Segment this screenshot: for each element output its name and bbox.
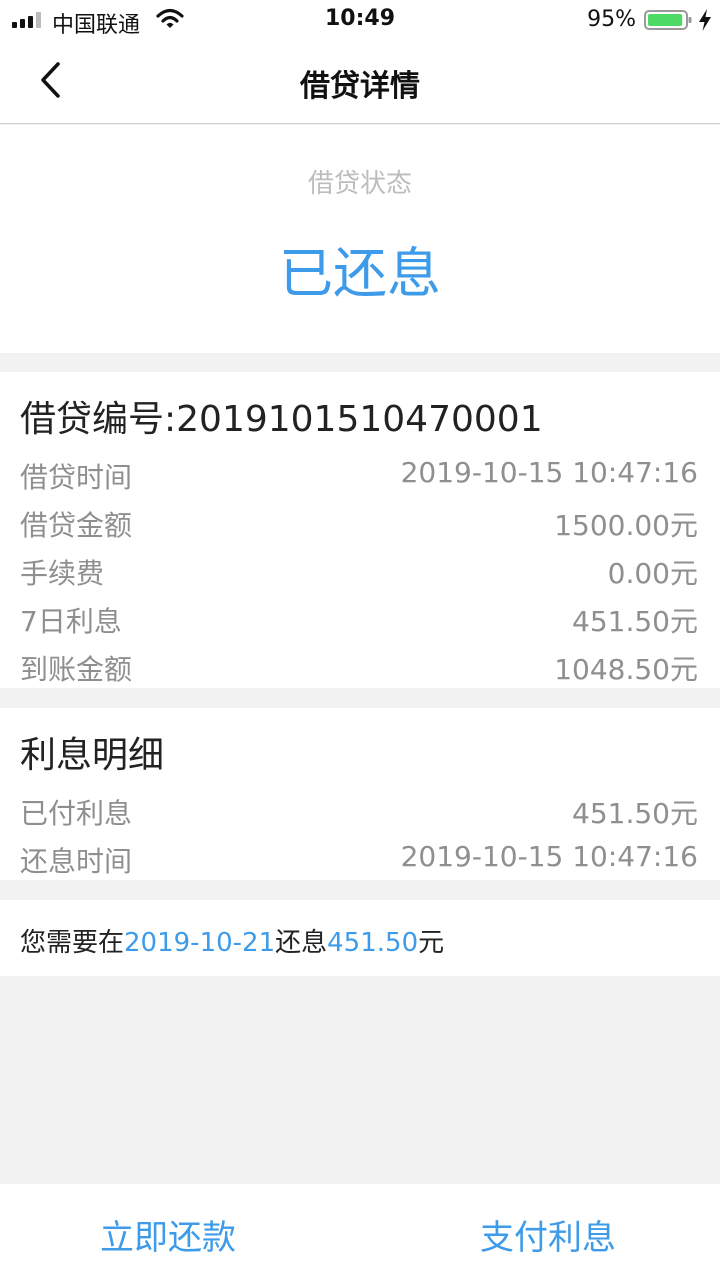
- nav-bar: 借贷详情: [0, 40, 720, 124]
- battery-percent: 95%: [587, 7, 636, 32]
- row-label: 手续费: [20, 557, 105, 590]
- repayment-notice: 您需要在2019-10-21还息451.50元: [0, 900, 720, 976]
- row-label: 还息时间: [20, 845, 133, 878]
- notice-prefix: 您需要在: [20, 928, 125, 958]
- battery-icon: [644, 10, 692, 30]
- notice-due-date: 2019-10-21: [124, 928, 276, 958]
- interest-details-title: 利息明细: [20, 735, 165, 776]
- notice-suffix: 元: [418, 928, 445, 958]
- loan-info-section: 借贷编号:2019101510470001 借贷时间 2019-10-15 10…: [0, 372, 720, 688]
- repay-now-button[interactable]: 立即还款: [100, 1210, 236, 1259]
- row-value: 2019-10-15 10:47:16: [400, 456, 698, 489]
- loan-row-time: 借贷时间 2019-10-15 10:47:16: [20, 456, 698, 496]
- loan-status-label: 借贷状态: [307, 169, 412, 199]
- notice-text: 您需要在2019-10-21还息451.50元: [20, 922, 444, 959]
- row-label: 借贷时间: [20, 461, 133, 494]
- loan-row-fee: 手续费 0.00元: [20, 552, 698, 592]
- loan-status-card: 借贷状态 已还息: [0, 125, 720, 353]
- row-value: 451.50元: [572, 797, 698, 830]
- notice-amount: 451.50: [327, 928, 419, 958]
- pay-interest-button[interactable]: 支付利息: [480, 1210, 616, 1259]
- bottom-action-bar: 立即还款 支付利息: [0, 1184, 720, 1280]
- loan-row-interest: 7日利息 451.50元: [20, 600, 698, 640]
- row-value: 1048.50元: [554, 653, 698, 686]
- row-value: 2019-10-15 10:47:16: [400, 840, 698, 873]
- row-label: 已付利息: [20, 797, 133, 830]
- status-bar: 中国联通 10:49 95%: [0, 0, 720, 40]
- loan-row-received: 到账金额 1048.50元: [20, 648, 698, 688]
- row-label: 7日利息: [20, 605, 122, 638]
- interest-row-paid: 已付利息 451.50元: [20, 792, 698, 832]
- interest-row-time: 还息时间 2019-10-15 10:47:16: [20, 840, 698, 880]
- page-title: 借贷详情: [300, 69, 420, 104]
- row-value: 451.50元: [572, 605, 698, 638]
- interest-details-section: 利息明细 已付利息 451.50元 还息时间 2019-10-15 10:47:…: [0, 708, 720, 880]
- row-value: 0.00元: [607, 557, 698, 590]
- loan-row-amount: 借贷金额 1500.00元: [20, 504, 698, 544]
- loan-status-value: 已还息: [279, 242, 441, 305]
- row-label: 到账金额: [20, 653, 133, 686]
- charging-bolt-icon: [699, 9, 711, 31]
- row-label: 借贷金额: [20, 509, 133, 542]
- row-value: 1500.00元: [554, 509, 698, 542]
- loan-number-title: 借贷编号:2019101510470001: [20, 399, 543, 440]
- notice-middle: 还息: [275, 928, 328, 958]
